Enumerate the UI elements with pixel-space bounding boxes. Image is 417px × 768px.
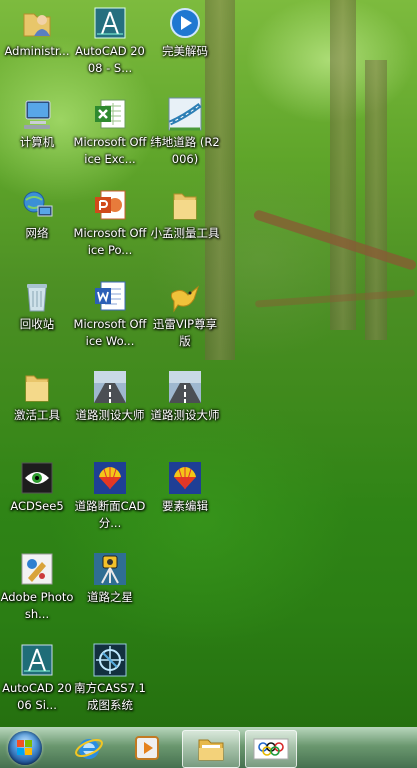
powerpoint-icon bbox=[93, 188, 127, 222]
icon-label: Microsoft Office Wo... bbox=[73, 317, 147, 348]
desktop-icon-recycle-bin[interactable]: 回收站 bbox=[0, 275, 74, 363]
icon-label: ACDSee5 bbox=[10, 499, 64, 513]
folder-icon bbox=[168, 188, 202, 222]
desktop-icon-feature-edit[interactable]: 要素编辑 bbox=[148, 457, 222, 545]
icon-label: 道路之星 bbox=[87, 590, 133, 604]
thunder-icon bbox=[168, 279, 202, 313]
desktop-icon-excel[interactable]: Microsoft Office Exc... bbox=[73, 93, 147, 181]
taskbar-olympic-app[interactable] bbox=[245, 730, 297, 768]
icon-label: 道路测设大师 bbox=[75, 408, 145, 422]
user-folder-icon bbox=[20, 6, 54, 40]
desktop-icon-thunder-vip[interactable]: 迅雷VIP尊享版 bbox=[148, 275, 222, 363]
desktop-icon-perfect-decoder[interactable]: 完美解码 bbox=[148, 2, 222, 90]
desktop-icon-administrator[interactable]: Administr... bbox=[0, 2, 74, 90]
desktop-icon-road-section-cad[interactable]: 道路断面CAD分... bbox=[73, 457, 147, 545]
desktop-icon-road-design-master-1[interactable]: 道路测设大师 bbox=[73, 366, 147, 454]
taskbar-windows-explorer[interactable] bbox=[182, 730, 240, 768]
icon-label: 迅雷VIP尊享版 bbox=[152, 317, 218, 348]
autocad-icon bbox=[93, 6, 127, 40]
desktop-icon-network[interactable]: 网络 bbox=[0, 184, 74, 272]
icon-label: Microsoft Office Po... bbox=[73, 226, 147, 257]
icon-label: 激活工具 bbox=[14, 408, 60, 422]
icon-label: Administr... bbox=[4, 44, 70, 58]
desktop-icon-xiaomeng-survey-tool[interactable]: 小孟测量工具 bbox=[148, 184, 222, 272]
wallpaper-tree-trunk bbox=[330, 0, 356, 330]
road-design-icon bbox=[168, 97, 202, 131]
shell-app-icon bbox=[168, 461, 202, 495]
excel-icon bbox=[93, 97, 127, 131]
road-icon bbox=[168, 370, 202, 404]
photoshop-icon bbox=[20, 552, 54, 586]
media-player-icon bbox=[168, 6, 202, 40]
desktop-icon-acdsee[interactable]: ACDSee5 bbox=[0, 457, 74, 545]
folder-icon bbox=[20, 370, 54, 404]
autocad-icon bbox=[20, 643, 54, 677]
word-icon bbox=[93, 279, 127, 313]
icon-label: 要素编辑 bbox=[162, 499, 208, 513]
taskbar-internet-explorer[interactable] bbox=[64, 730, 114, 766]
recycle-bin-icon bbox=[20, 279, 54, 313]
desktop-icon-weidi-road[interactable]: 纬地道路 (R2006) bbox=[148, 93, 222, 181]
icon-label: 小孟测量工具 bbox=[150, 226, 220, 240]
desktop-icon-powerpoint[interactable]: Microsoft Office Po... bbox=[73, 184, 147, 272]
rings-icon bbox=[253, 738, 289, 760]
icon-label: 道路测设大师 bbox=[150, 408, 220, 422]
folder-icon bbox=[198, 739, 224, 761]
road-icon bbox=[93, 370, 127, 404]
desktop-icon-road-star[interactable]: 道路之星 bbox=[73, 548, 147, 636]
icon-label: 道路断面CAD分... bbox=[74, 499, 146, 530]
media-player-icon bbox=[135, 736, 159, 760]
icon-label: 回收站 bbox=[19, 317, 55, 331]
desktop-icon-road-design-master-2[interactable]: 道路测设大师 bbox=[148, 366, 222, 454]
computer-icon bbox=[20, 97, 54, 131]
icon-label: 南方CASS7.1成图系统 bbox=[74, 681, 146, 712]
desktop-icon-south-cass[interactable]: 南方CASS7.1成图系统 bbox=[73, 639, 147, 727]
desktop-icon-autocad-2008[interactable]: AutoCAD 2008 - S... bbox=[73, 2, 147, 90]
icon-label: 计算机 bbox=[19, 135, 55, 149]
desktop-icon-photoshop[interactable]: Adobe Photosh... bbox=[0, 548, 74, 636]
taskbar-media-player[interactable] bbox=[122, 730, 172, 766]
icon-label: Adobe Photosh... bbox=[0, 590, 74, 621]
taskbar bbox=[0, 727, 417, 768]
cass-icon bbox=[93, 643, 127, 677]
survey-instrument-icon bbox=[93, 552, 127, 586]
icon-label: 完美解码 bbox=[162, 44, 208, 58]
start-button[interactable] bbox=[6, 730, 44, 766]
desktop-icon-computer[interactable]: 计算机 bbox=[0, 93, 74, 181]
network-icon bbox=[20, 188, 54, 222]
shell-app-icon bbox=[93, 461, 127, 495]
icon-label: AutoCAD 2008 - S... bbox=[75, 44, 145, 75]
ie-icon bbox=[75, 738, 103, 759]
icon-label: AutoCAD 2006 Si... bbox=[2, 681, 72, 712]
icon-label: Microsoft Office Exc... bbox=[73, 135, 147, 166]
icon-label: 网络 bbox=[25, 226, 49, 240]
desktop-icon-word[interactable]: Microsoft Office Wo... bbox=[73, 275, 147, 363]
desktop-icon-activation-tool[interactable]: 激活工具 bbox=[0, 366, 74, 454]
windows-orb-icon bbox=[8, 731, 42, 765]
acdsee-icon bbox=[20, 461, 54, 495]
desktop-icon-autocad-2006[interactable]: AutoCAD 2006 Si... bbox=[0, 639, 74, 727]
icon-label: 纬地道路 (R2006) bbox=[150, 135, 220, 166]
